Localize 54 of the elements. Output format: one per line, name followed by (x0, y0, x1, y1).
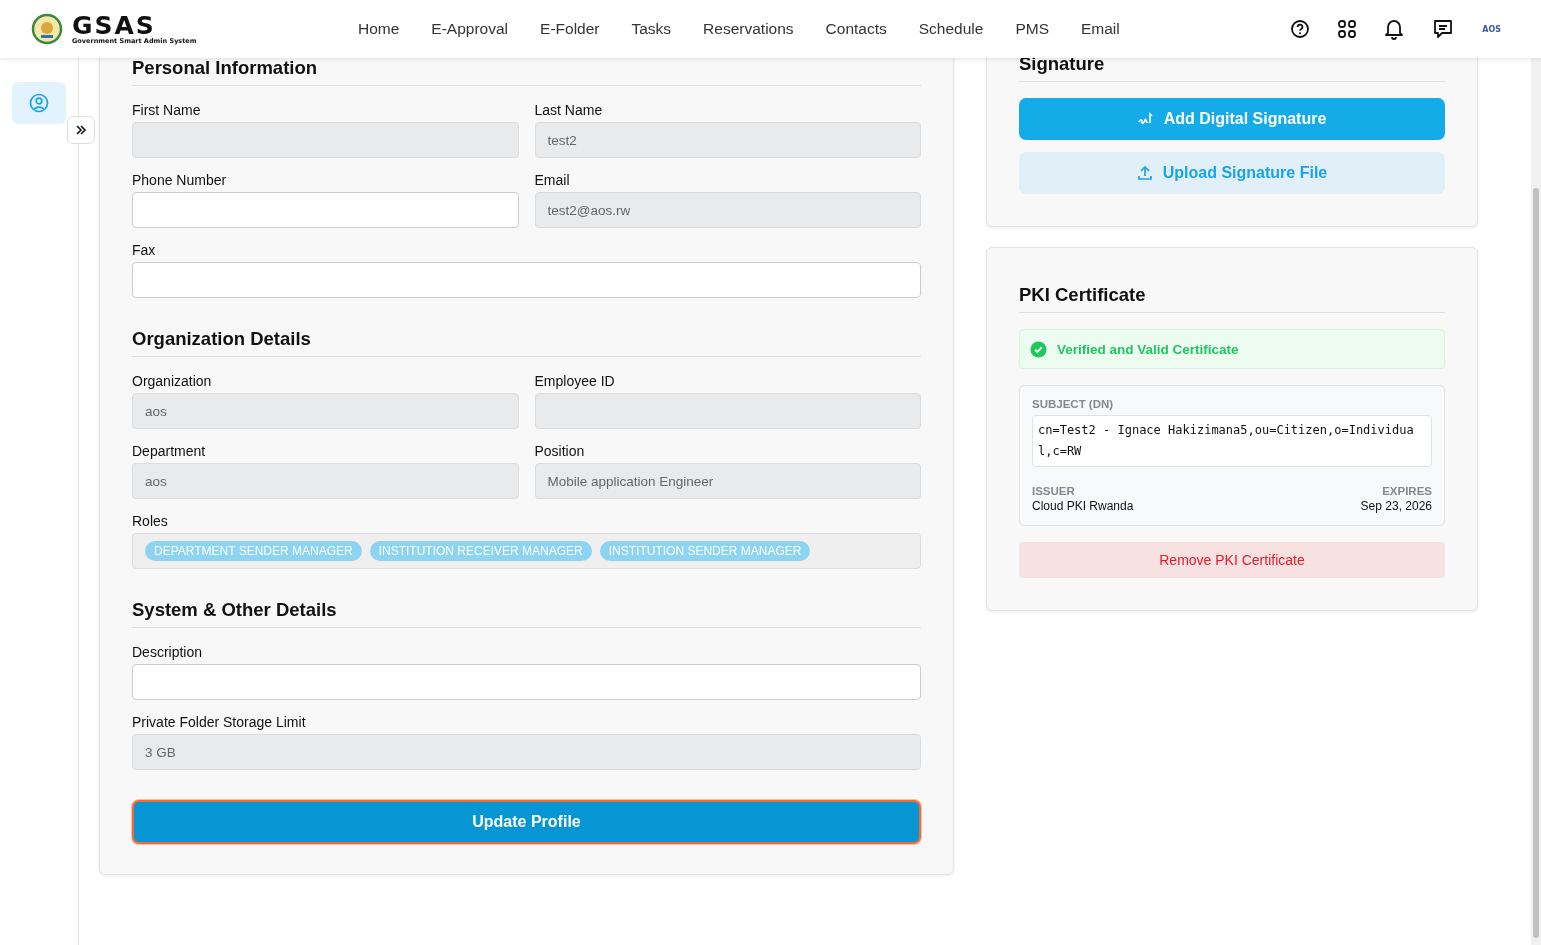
field-label: Phone Number (132, 172, 228, 188)
nav-link[interactable]: Home (358, 20, 400, 38)
expires-value: Sep 23, 2026 (1360, 499, 1432, 513)
remove-certificate-button[interactable]: Remove PKI Certificate (1019, 542, 1445, 578)
role-tag: DEPARTMENT SENDER MANAGER (145, 541, 362, 561)
field-label: Last Name (534, 102, 604, 118)
double-chevron-icon (75, 124, 87, 136)
subject-value: cn=Test2 - Ignace Hakizimana5,ou=Citizen,o=Individual,c=RW (1032, 415, 1432, 467)
nav-link[interactable]: Schedule (918, 20, 984, 38)
expand-button[interactable] (67, 116, 95, 144)
upload-icon (1136, 165, 1153, 181)
field-label: Roles (132, 513, 169, 529)
field-label: Description (132, 644, 204, 660)
field-label: Email (534, 172, 571, 188)
field-label: Employee ID (534, 373, 616, 389)
section-title: Personal Information (132, 57, 921, 86)
status-text: Verified and Valid Certificate (1057, 341, 1239, 357)
field-label: Fax (132, 242, 157, 258)
subject-label: SUBJECT (DN) (1032, 398, 1115, 410)
signature-icon (1137, 112, 1154, 126)
emblem-icon (30, 13, 64, 45)
field-label: Organization (132, 373, 213, 389)
nav-link[interactable]: Email (1081, 20, 1120, 38)
field-label: Private Folder Storage Limit (132, 714, 307, 730)
nav-link[interactable]: E-Folder (540, 20, 600, 38)
user-icon (29, 93, 49, 113)
field-label: Position (534, 443, 586, 459)
issuer-value: Cloud PKI Rwanda (1032, 499, 1134, 513)
input-field[interactable] (132, 262, 921, 298)
section-title: System & Other Details (132, 599, 921, 628)
check-badge-icon (1030, 340, 1047, 358)
scrollbar[interactable] (1531, 58, 1541, 945)
help-icon[interactable] (1290, 19, 1311, 39)
nav-link[interactable]: Contacts (825, 20, 887, 38)
nav-link[interactable]: E-Approval (431, 20, 509, 38)
field-label: First Name (132, 102, 202, 118)
nav-link[interactable]: Reservations (703, 20, 794, 38)
nav-link[interactable]: Tasks (631, 20, 672, 38)
role-tag: INSTITUTION RECEIVER MANAGER (369, 541, 592, 561)
avatar-logo[interactable]: AOS (1482, 24, 1501, 34)
role-tag: INSTITUTION SENDER MANAGER (599, 541, 811, 561)
grid-icon[interactable] (1338, 20, 1357, 38)
field-label: Department (132, 443, 207, 459)
section-title: Organization Details (132, 328, 921, 357)
update-profile-button[interactable]: Update Profile (132, 800, 921, 844)
issuer-label: ISSUER (1032, 485, 1076, 497)
expires-label: EXPIRES (1382, 485, 1432, 497)
logo-title: GSAS (72, 13, 156, 39)
nav-link[interactable]: PMS (1015, 20, 1049, 38)
chat-icon[interactable] (1432, 18, 1455, 40)
input-field[interactable] (132, 664, 921, 700)
input-field[interactable] (132, 192, 519, 228)
section-title: PKI Certificate (1019, 284, 1445, 313)
bell-icon[interactable] (1384, 18, 1405, 40)
